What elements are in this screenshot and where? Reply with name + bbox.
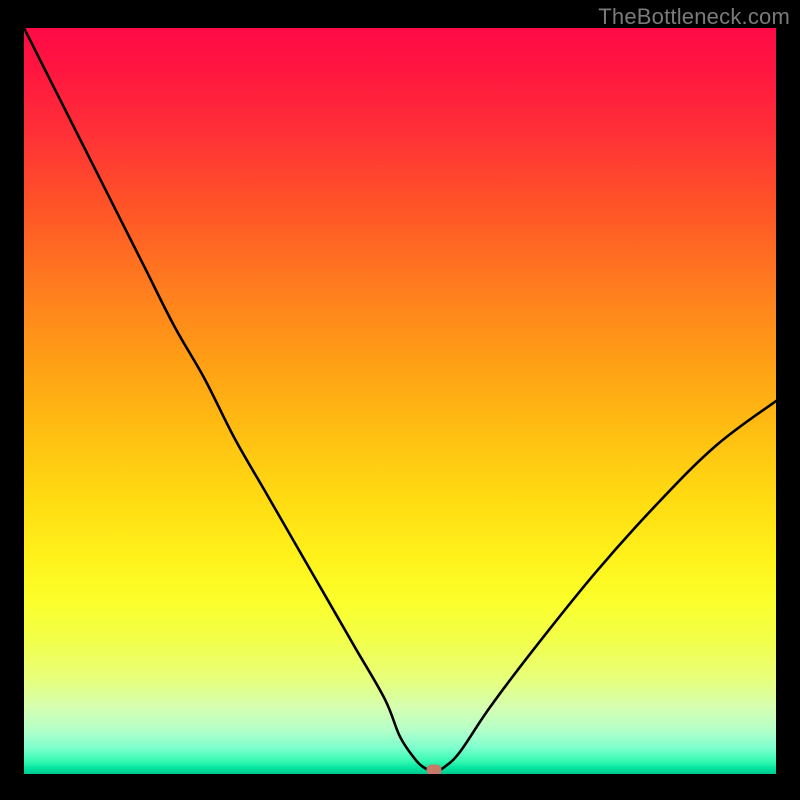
minimum-marker [426,765,441,774]
plot-area [24,28,776,774]
bottleneck-curve [24,28,776,774]
chart-frame: TheBottleneck.com [0,0,800,800]
watermark-text: TheBottleneck.com [598,4,790,30]
